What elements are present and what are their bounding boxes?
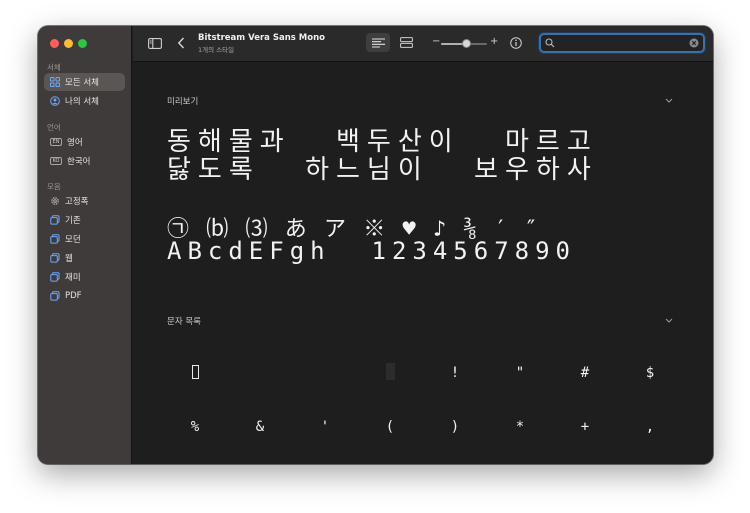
glyph-cell[interactable]: , <box>630 415 670 439</box>
preview-line-korean-2: 닳도록 하느님이 보우하사 <box>167 155 598 185</box>
glyph-cell[interactable]: * <box>500 415 540 439</box>
glyph-cell[interactable]: $ <box>630 361 670 385</box>
info-panels-icon <box>399 37 413 48</box>
sidebar-item-label: 나의 서체 <box>65 97 99 107</box>
grid-icon <box>50 77 60 87</box>
sidebar-item-all-fonts[interactable]: 모든 서체 <box>44 73 125 91</box>
window-title: Bitstream Vera Sans Mono <box>198 33 325 43</box>
font-book-window: 서체 모든 서체 나의 서체 언어 EN 영어 KO 한국어 모음 고정폭 기존… <box>38 26 713 464</box>
ko-badge-icon: KO <box>50 157 62 165</box>
glyph-cell[interactable] <box>370 361 410 385</box>
close-window-button[interactable] <box>50 39 59 48</box>
grid-view-button[interactable] <box>394 33 418 52</box>
glyph-cell[interactable] <box>175 361 215 385</box>
collection-icon <box>50 215 60 225</box>
sidebar-section-language: 언어 <box>47 123 61 132</box>
character-list-section-title: 문자 목록 <box>167 317 201 327</box>
sidebar-item-label: 모든 서체 <box>65 78 99 88</box>
zoom-slider-knob[interactable] <box>461 39 471 48</box>
sidebar-item-label: 한국어 <box>67 157 91 167</box>
glyph-cell[interactable] <box>305 361 345 385</box>
en-badge-icon: EN <box>50 138 62 146</box>
sidebar-section-fonts: 서체 <box>47 63 61 72</box>
sidebar-section-collections: 모음 <box>47 182 61 191</box>
glyph-cell[interactable]: ! <box>435 361 475 385</box>
sidebar-item-my-fonts[interactable]: 나의 서체 <box>44 92 125 110</box>
collection-icon <box>50 272 60 282</box>
sidebar-item-english[interactable]: EN 영어 <box>44 133 125 151</box>
sidebar-item-modern[interactable]: 모던 <box>44 230 125 248</box>
glyph-cell[interactable]: ( <box>370 415 410 439</box>
chevron-down-icon[interactable] <box>665 318 673 323</box>
glyph-cell[interactable]: ' <box>305 415 345 439</box>
preview-line-alphanumeric: ABcdEFgh 1234567890 <box>167 237 576 265</box>
search-field[interactable] <box>539 33 705 53</box>
sidebar: 서체 모든 서체 나의 서체 언어 EN 영어 KO 한국어 모음 고정폭 기존… <box>38 26 132 464</box>
search-icon <box>545 38 555 48</box>
zoom-window-button[interactable] <box>78 39 87 48</box>
content-area: 미리보기 동해물과 백두산이 마르고 닳도록 하느님이 보우하사 ㉠ ⒝ ⑶ あ… <box>133 63 713 464</box>
sidebar-item-label: PDF <box>65 291 82 301</box>
sidebar-item-label: 웹 <box>65 254 73 264</box>
collection-icon <box>50 253 60 263</box>
gear-icon <box>51 197 59 205</box>
sidebar-item-fixed-width[interactable]: 고정폭 <box>44 192 125 210</box>
person-icon <box>50 96 60 106</box>
sidebar-item-label: 기존 <box>65 216 81 226</box>
glyph-cell[interactable]: + <box>565 415 605 439</box>
sidebar-toggle-icon[interactable] <box>148 38 162 49</box>
preview-section-title: 미리보기 <box>167 97 199 107</box>
glyph-cell[interactable]: # <box>565 361 605 385</box>
main-pane: Bitstream Vera Sans Mono 1개의 스타일 − + 미리보… <box>133 26 713 464</box>
window-controls <box>50 39 87 48</box>
toolbar: Bitstream Vera Sans Mono 1개의 스타일 − + <box>133 26 713 62</box>
sidebar-item-korean[interactable]: KO 한국어 <box>44 152 125 170</box>
collection-icon <box>50 234 60 244</box>
glyph-cell[interactable] <box>240 361 280 385</box>
text-align-left-icon <box>371 37 385 48</box>
sample-view-button[interactable] <box>366 33 390 52</box>
sidebar-item-fun[interactable]: 재미 <box>44 268 125 286</box>
sidebar-item-pdf[interactable]: PDF <box>44 287 125 305</box>
back-chevron-icon[interactable] <box>177 37 185 49</box>
clear-search-icon[interactable] <box>689 38 699 48</box>
window-subtitle: 1개의 스타일 <box>198 46 235 54</box>
zoom-in-button[interactable]: + <box>490 36 498 47</box>
glyph-cell[interactable]: & <box>240 415 280 439</box>
sidebar-item-label: 고정폭 <box>65 197 89 207</box>
minimize-window-button[interactable] <box>64 39 73 48</box>
sidebar-item-label: 모던 <box>65 235 81 245</box>
sidebar-item-web[interactable]: 웹 <box>44 249 125 267</box>
sidebar-item-label: 영어 <box>67 138 83 148</box>
glyph-cell[interactable]: ) <box>435 415 475 439</box>
glyph-cell[interactable]: " <box>500 361 540 385</box>
collection-icon <box>50 291 60 301</box>
chevron-down-icon[interactable] <box>665 98 673 103</box>
info-icon[interactable] <box>510 37 522 49</box>
sidebar-item-label: 재미 <box>65 273 81 283</box>
blank-glyph-block <box>385 363 395 380</box>
search-input[interactable] <box>557 37 687 50</box>
sidebar-item-classic[interactable]: 기존 <box>44 211 125 229</box>
zoom-out-button[interactable]: − <box>432 36 440 47</box>
glyph-cell[interactable]: % <box>175 415 215 439</box>
missing-glyph-box <box>191 364 199 379</box>
